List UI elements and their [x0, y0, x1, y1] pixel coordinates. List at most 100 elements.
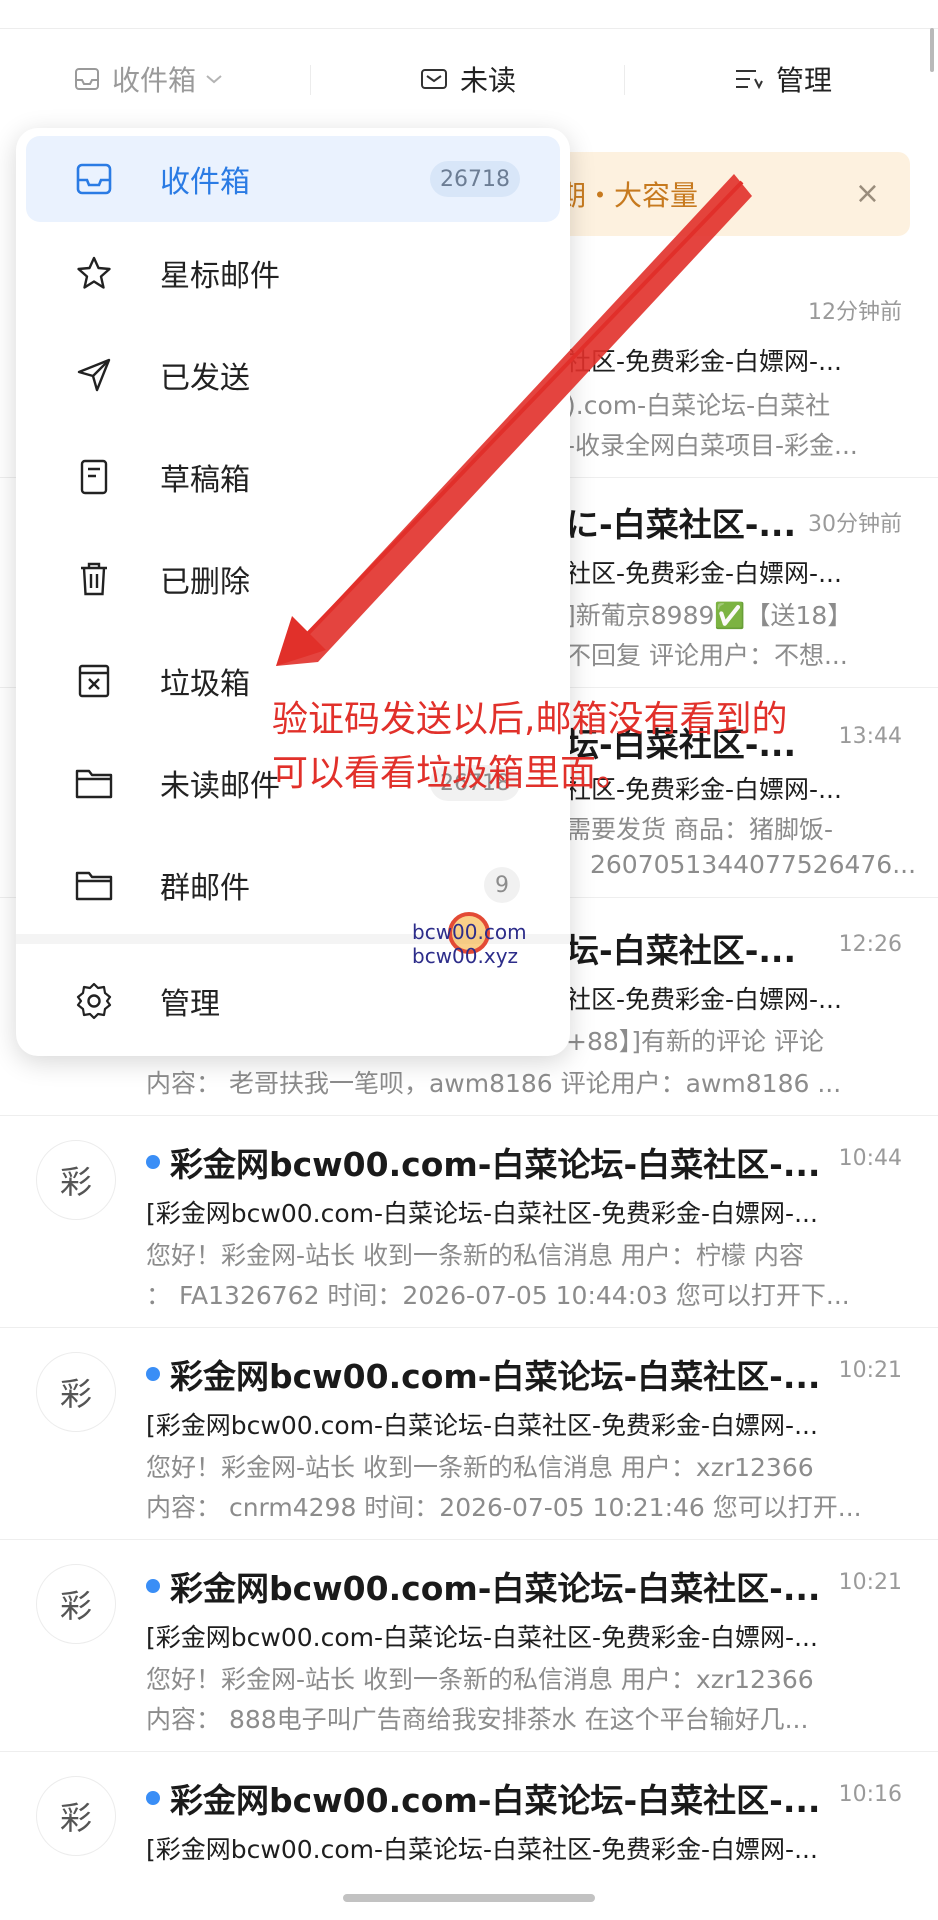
mail-time: 12:26 — [838, 932, 902, 957]
mail-row[interactable]: 彩 彩金网bcw00.com-白菜论坛-白菜社区-... 10:16 [彩金网b… — [0, 1752, 938, 1882]
folder-item-label: 垃圾箱 — [160, 667, 250, 702]
avatar: 彩 — [36, 1776, 116, 1856]
mail-preview: 需要发货 商品：猪脚饭- — [566, 815, 833, 844]
folder-item-label: 已删除 — [160, 565, 250, 600]
mail-preview: 不回复 评论用户：不想... — [566, 641, 848, 670]
folder-item-label: 管理 — [160, 987, 220, 1022]
avatar: 彩 — [36, 1564, 116, 1644]
watermark-line2: bcw00.xyz — [412, 944, 519, 968]
mail-subject: 社区-免费彩金-白嫖网-... — [566, 559, 842, 588]
unread-dot — [146, 1155, 160, 1169]
unread-filter-label: 未读 — [460, 64, 517, 97]
mail-time: 30分钟前 — [808, 512, 902, 537]
mail-subject: [彩金网bcw00.com-白菜论坛-白菜社区-免费彩金-白嫖网-... — [146, 1835, 818, 1864]
mail-sender-text: 彩金网bcw00.com-白菜论坛-白菜社区-... — [170, 1569, 821, 1608]
mail-preview: 您好！彩金网-站长 收到一条新的私信消息 用户：柠檬 内容 — [146, 1241, 804, 1270]
mail-preview: 您好！彩金网-站长 收到一条新的私信消息 用户：xzr12366 — [146, 1665, 814, 1694]
toolbar-divider — [624, 65, 625, 95]
mail-preview: 内容： cnrm4298 时间：2026-07-05 10:21:46 您可以打… — [146, 1493, 862, 1522]
mail-preview: 内容： 888电子叫广告商给我安排茶水 在这个平台输好几... — [146, 1705, 809, 1734]
folder-item-label: 星标邮件 — [160, 259, 280, 294]
manage-label: 管理 — [776, 64, 833, 97]
mail-preview: +88】]有新的评论 评论 — [566, 1027, 824, 1056]
inbox-icon — [74, 159, 114, 199]
folder-item-label: 收件箱 — [160, 165, 250, 200]
mail-subject: [彩金网bcw00.com-白菜论坛-白菜社区-免费彩金-白嫖网-... — [146, 1623, 818, 1652]
mail-row[interactable]: 彩 彩金网bcw00.com-白菜论坛-白菜社区-... 10:21 [彩金网b… — [0, 1328, 938, 1540]
mail-preview: ： FA1326762 时间：2026-07-05 10:44:03 您可以打开… — [146, 1281, 850, 1310]
avatar: 彩 — [36, 1352, 116, 1432]
folder-dropdown: 收件箱 26718 星标邮件 已发送 草稿箱 已删除 垃圾箱 未读邮件 2671… — [16, 128, 570, 1056]
mail-time: 10:44 — [838, 1146, 902, 1171]
draft-icon — [74, 457, 114, 497]
promo-banner[interactable]: 期・大容量 × — [540, 152, 910, 236]
toolbar-divider — [310, 65, 311, 95]
folder-item-label: 已发送 — [160, 361, 250, 396]
mail-time: 12分钟前 — [808, 300, 902, 325]
send-icon — [74, 355, 114, 395]
mail-subject: 社区-免费彩金-白嫖网-... — [566, 985, 842, 1014]
mail-preview: ).com-白菜论坛-白菜社 — [566, 391, 831, 420]
mail-preview: ]新葡京8989✅【送18】 — [566, 601, 853, 630]
close-icon[interactable]: × — [855, 176, 880, 211]
folder-item-starred[interactable]: 星标邮件 — [26, 230, 560, 316]
avatar: 彩 — [36, 1140, 116, 1220]
mail-preview: 2607051344077526476... — [590, 850, 917, 879]
mail-sender-text: 彩金网bcw00.com-白菜论坛-白菜社区-... — [170, 1781, 821, 1820]
annotation-text-line1: 验证码发送以后,邮箱没有看到的 — [272, 699, 788, 740]
watermark-line1: bcw00.com — [412, 920, 527, 944]
envelope-icon — [421, 69, 447, 89]
mail-time: 10:16 — [838, 1782, 902, 1807]
unread-dot — [146, 1367, 160, 1381]
mail-row[interactable]: 彩 彩金网bcw00.com-白菜论坛-白菜社区-... 10:21 [彩金网b… — [0, 1540, 938, 1752]
folder-item-label: 群邮件 — [160, 871, 250, 906]
folder-item-sent[interactable]: 已发送 — [26, 332, 560, 418]
manage-list-icon — [736, 70, 763, 90]
mail-subject: [彩金网bcw00.com-白菜论坛-白菜社区-免费彩金-白嫖网-... — [146, 1199, 818, 1228]
mail-sender-text: 彩金网bcw00.com-白菜论坛-白菜社区-... — [170, 1357, 821, 1396]
folder-switcher-label: 收件箱 — [112, 64, 197, 97]
mail-sender: 坛-白菜社区-... — [566, 931, 797, 970]
mail-sender: 彩金网bcw00.com-白菜论坛-白菜社区-... — [146, 1350, 820, 1398]
mail-time: 10:21 — [838, 1358, 902, 1383]
mail-preview: -收录全网白菜项目-彩金... — [566, 431, 858, 460]
top-toolbar: 收件箱 未读 管理 — [0, 28, 938, 128]
unread-dot — [146, 1579, 160, 1593]
folder-icon — [74, 763, 114, 803]
star-icon — [74, 253, 114, 293]
mail-preview: 内容： 老哥扶我一笔呗，awm8186 评论用户：awm8186 ... — [146, 1069, 842, 1098]
unread-dot — [146, 1791, 160, 1805]
inbox-icon — [75, 68, 99, 90]
mail-sender: 彩金网bcw00.com-白菜论坛-白菜社区-... — [146, 1138, 820, 1186]
mail-subject: [彩金网bcw00.com-白菜论坛-白菜社区-免费彩金-白嫖网-... — [146, 1411, 818, 1440]
mail-sender: 彩金网bcw00.com-白菜论坛-白菜社区-... — [146, 1562, 820, 1610]
manage-button[interactable]: 管理 — [734, 29, 832, 129]
mail-preview: 您好！彩金网-站长 收到一条新的私信消息 用户：xzr12366 — [146, 1453, 814, 1482]
gear-icon — [74, 981, 114, 1021]
chevron-down-icon — [206, 75, 222, 84]
mail-subject: 社区-免费彩金-白嫖网-... — [566, 347, 842, 376]
spam-icon — [74, 661, 114, 701]
home-indicator[interactable] — [343, 1894, 595, 1902]
mail-row[interactable]: 彩 彩金网bcw00.com-白菜论坛-白菜社区-... 10:44 [彩金网b… — [0, 1116, 938, 1328]
promo-text: 期・大容量 — [558, 179, 699, 212]
folder-item-deleted[interactable]: 已删除 — [26, 536, 560, 622]
annotation-text-line2: 可以看看垃圾箱里面。 — [272, 753, 633, 794]
mail-sender-text: 彩金网bcw00.com-白菜论坛-白菜社区-... — [170, 1145, 821, 1184]
folder-item-label: 草稿箱 — [160, 463, 250, 498]
folder-item-manage[interactable]: 管理 — [26, 958, 560, 1044]
folder-item-label: 未读邮件 — [160, 769, 280, 804]
folder-switcher[interactable]: 收件箱 — [74, 29, 224, 129]
folder-item-inbox[interactable]: 收件箱 26718 — [26, 136, 560, 222]
mail-sender: に-白菜社区-... — [566, 505, 797, 544]
scrollbar[interactable] — [930, 28, 934, 72]
trash-icon — [74, 559, 114, 599]
mail-time: 13:44 — [838, 724, 902, 749]
unread-filter-button[interactable]: 未读 — [420, 29, 516, 129]
mail-sender: 彩金网bcw00.com-白菜论坛-白菜社区-... — [146, 1774, 820, 1822]
mail-time: 10:21 — [838, 1570, 902, 1595]
folder-count-badge: 9 — [484, 867, 520, 903]
folder-item-drafts[interactable]: 草稿箱 — [26, 434, 560, 520]
folder-count-badge: 26718 — [430, 161, 520, 197]
folder-icon — [74, 865, 114, 905]
